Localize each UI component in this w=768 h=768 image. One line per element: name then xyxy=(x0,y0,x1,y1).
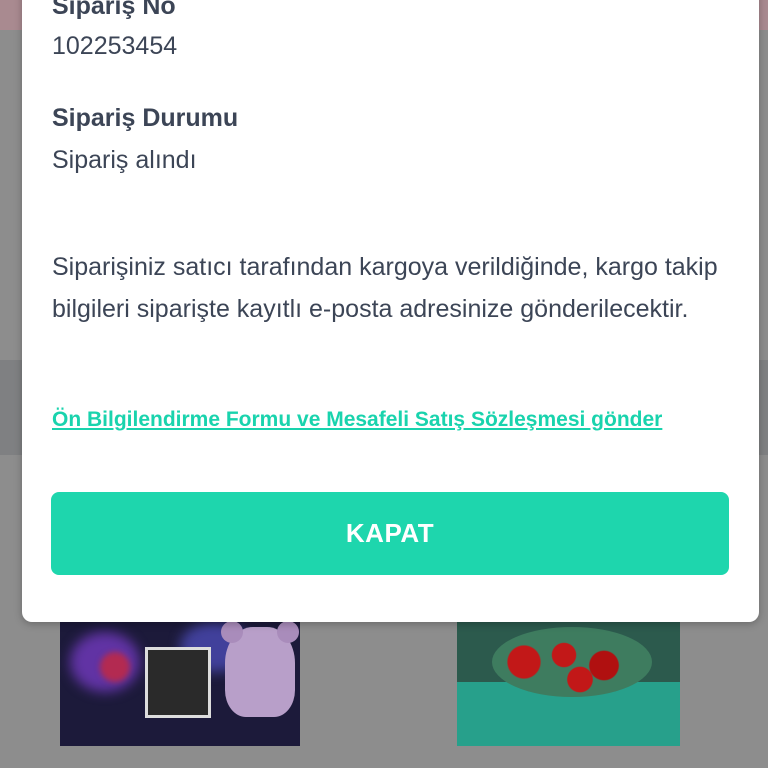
order-status-label: Sipariş Durumu xyxy=(52,104,239,132)
close-button[interactable]: KAPAT xyxy=(51,492,729,575)
roses-shape xyxy=(492,627,652,697)
product-image-rose-bouquet[interactable] xyxy=(457,622,680,746)
teddy-ear xyxy=(221,622,243,643)
teddy-bear-shape xyxy=(221,622,299,717)
rose-glow xyxy=(100,652,130,682)
order-no-label: Sipariş No xyxy=(52,0,176,20)
order-no-value: 102253454 xyxy=(52,32,178,60)
send-contract-link[interactable]: Ön Bilgilendirme Formu ve Mesafeli Satış… xyxy=(52,402,712,438)
order-detail-modal: Sipariş No 102253454 Sipariş Durumu Sipa… xyxy=(22,0,759,622)
product-image-gift-box[interactable] xyxy=(60,622,300,746)
order-status-value: Sipariş alındı xyxy=(52,146,197,174)
gift-box-shape xyxy=(145,647,211,718)
shipping-info-text: Siparişiniz satıcı tarafından kargoya ve… xyxy=(52,253,718,323)
teddy-ear xyxy=(277,622,299,643)
